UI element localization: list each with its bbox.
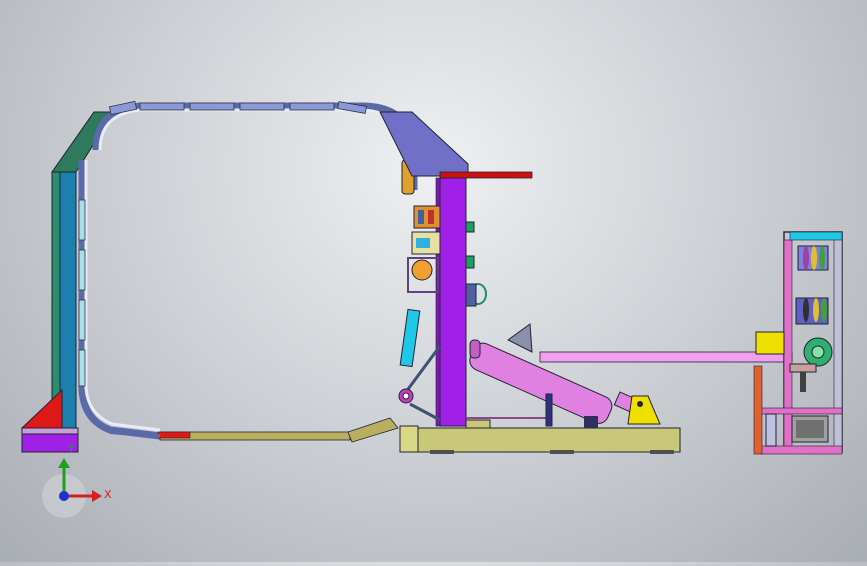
base-plate-top: [21, 427, 79, 435]
unit-base-pink: [759, 445, 843, 455]
rail-red-segment: [157, 431, 191, 439]
right-unit: [753, 231, 843, 455]
cylinder-mount-yellow: [627, 395, 661, 425]
reel-middle: [795, 297, 829, 325]
base-beam: [413, 427, 681, 453]
gusset-plate-purple: [379, 111, 469, 177]
left-frame: [20, 111, 115, 453]
reel-upper: [797, 245, 829, 271]
track-left-inner: [84, 160, 161, 432]
triad-x-label: X: [104, 488, 112, 501]
unit-top-cyan: [789, 231, 843, 241]
unit-post-right: [833, 231, 843, 453]
main-column-magenta: [439, 177, 467, 427]
connecting-beam: [539, 351, 793, 363]
base-gusset-red: [20, 388, 63, 429]
unit-left-orange: [753, 365, 763, 455]
cad-viewport[interactable]: Y X: [0, 0, 867, 562]
unit-yellow-box: [755, 331, 785, 355]
motor-disc: [411, 259, 433, 281]
track-loop: [78, 100, 418, 440]
unit-shelf-pink: [759, 407, 843, 415]
gearbox-orange: [413, 205, 441, 229]
unit-post-pink: [783, 239, 793, 453]
track-left: [78, 160, 161, 440]
top-bar-red: [439, 171, 533, 179]
hopper-funnel: [507, 323, 533, 353]
ramp-plate: [347, 417, 399, 443]
track-outer: [92, 102, 418, 190]
track-inner: [98, 108, 412, 190]
bracket-cyan: [399, 308, 421, 368]
triad-y-label: Y: [67, 442, 75, 455]
coordinate-triad: Y X: [42, 442, 112, 518]
assembly-drawing: Y X: [20, 100, 843, 518]
